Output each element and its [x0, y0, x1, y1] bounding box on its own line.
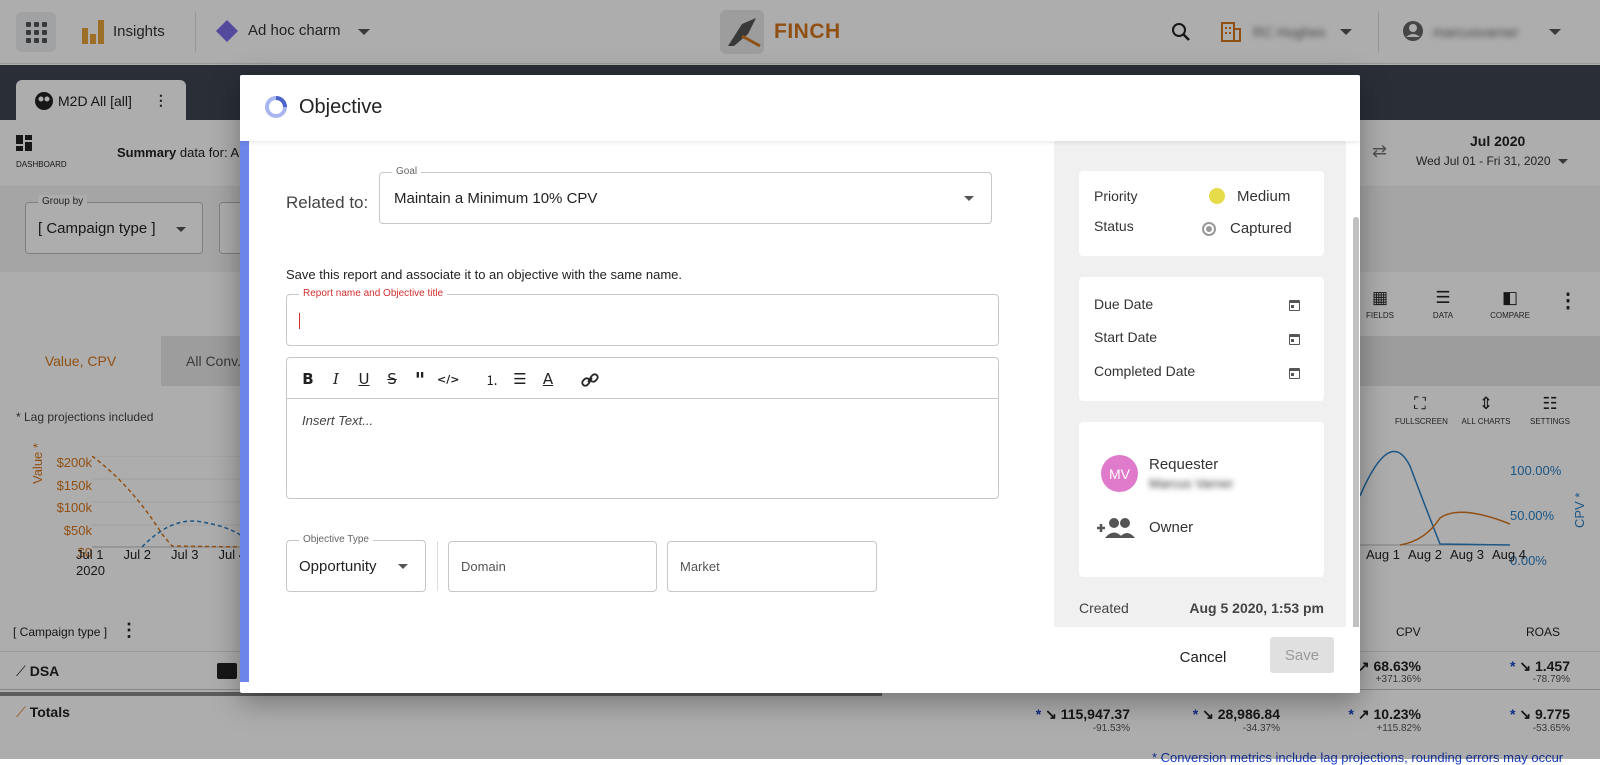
report-name-input[interactable]: Report name and Objective title: [286, 287, 999, 346]
due-date-calendar-icon[interactable]: [1289, 300, 1300, 311]
domain-placeholder: Domain: [461, 559, 506, 574]
text-color-icon[interactable]: A: [537, 370, 559, 388]
text-cursor: [299, 313, 300, 329]
dialog-header: Objective: [240, 75, 1360, 141]
objective-type-select[interactable]: Objective Type Opportunity: [286, 533, 426, 592]
people-card: MV Requester Marcus Varner Owner: [1079, 422, 1324, 577]
status-label: Status: [1094, 218, 1134, 234]
link-icon[interactable]: [581, 371, 599, 389]
ordered-list-icon[interactable]: ⒈: [481, 370, 503, 389]
related-to-label: Related to:: [286, 193, 369, 212]
add-people-icon[interactable]: [1097, 517, 1137, 539]
goal-chevron-down-icon: [964, 196, 974, 201]
priority-dot-icon: [1209, 188, 1225, 204]
save-button[interactable]: Save: [1270, 637, 1334, 673]
field-divider: [437, 541, 438, 591]
objective-type-label: Objective Type: [299, 533, 373, 547]
goal-label: Goal: [392, 165, 422, 179]
dialog-title: Objective: [299, 96, 383, 118]
priority-status-card: Priority Medium Status Captured: [1079, 171, 1324, 256]
objective-type-value: Opportunity: [299, 558, 377, 575]
bold-icon[interactable]: B: [297, 370, 319, 388]
status-radio-icon: [1202, 222, 1216, 236]
requester-label: Requester: [1149, 456, 1219, 473]
completed-date-label: Completed Date: [1094, 363, 1196, 379]
objective-icon: [265, 96, 287, 118]
goal-select[interactable]: Goal Maintain a Minimum 10% CPV: [379, 165, 992, 224]
scrollbar-thumb[interactable]: [1353, 217, 1359, 667]
start-date-calendar-icon[interactable]: [1289, 334, 1300, 345]
created-label: Created: [1079, 600, 1129, 616]
strikethrough-icon[interactable]: S: [381, 370, 403, 388]
instruction-text: Save this report and associate it to an …: [286, 267, 682, 282]
rich-text-editor[interactable]: Insert Text...: [286, 398, 999, 499]
goal-value: Maintain a Minimum 10% CPV: [394, 190, 598, 207]
underline-icon[interactable]: U: [353, 370, 375, 388]
domain-input[interactable]: Domain: [448, 541, 657, 592]
objective-dialog: Objective Related to: Goal Maintain a Mi…: [240, 75, 1360, 693]
italic-icon[interactable]: I: [325, 370, 347, 388]
dates-card: Due Date Start Date Completed Date: [1079, 277, 1324, 401]
rich-text-toolbar: B I U S " </> ⒈ ☰ A: [286, 357, 999, 399]
created-value: Aug 5 2020, 1:53 pm: [1189, 600, 1324, 616]
blockquote-icon[interactable]: ": [409, 368, 431, 392]
editor-placeholder: Insert Text...: [302, 413, 374, 428]
objective-type-chevron-icon: [398, 564, 408, 569]
cancel-button[interactable]: Cancel: [1168, 640, 1238, 674]
status-value[interactable]: Captured: [1230, 220, 1292, 237]
owner-label[interactable]: Owner: [1149, 519, 1193, 536]
priority-value[interactable]: Medium: [1237, 188, 1290, 205]
report-name-label: Report name and Objective title: [299, 287, 448, 301]
bullet-list-icon[interactable]: ☰: [509, 370, 531, 388]
objective-form: Related to: Goal Maintain a Minimum 10% …: [249, 141, 1039, 682]
dialog-scrollbar[interactable]: [1351, 141, 1360, 667]
code-icon[interactable]: </>: [437, 373, 459, 386]
requester-avatar[interactable]: MV: [1101, 455, 1138, 492]
due-date-label: Due Date: [1094, 296, 1154, 312]
accent-bar: [240, 141, 249, 682]
details-sidebar: Priority Medium Status Captured Due Date…: [1054, 141, 1346, 693]
requester-name: Marcus Varner: [1149, 476, 1234, 491]
market-placeholder: Market: [680, 559, 720, 574]
market-input[interactable]: Market: [667, 541, 877, 592]
priority-label: Priority: [1094, 188, 1138, 204]
start-date-label: Start Date: [1094, 329, 1158, 345]
completed-date-calendar-icon[interactable]: [1289, 368, 1300, 379]
